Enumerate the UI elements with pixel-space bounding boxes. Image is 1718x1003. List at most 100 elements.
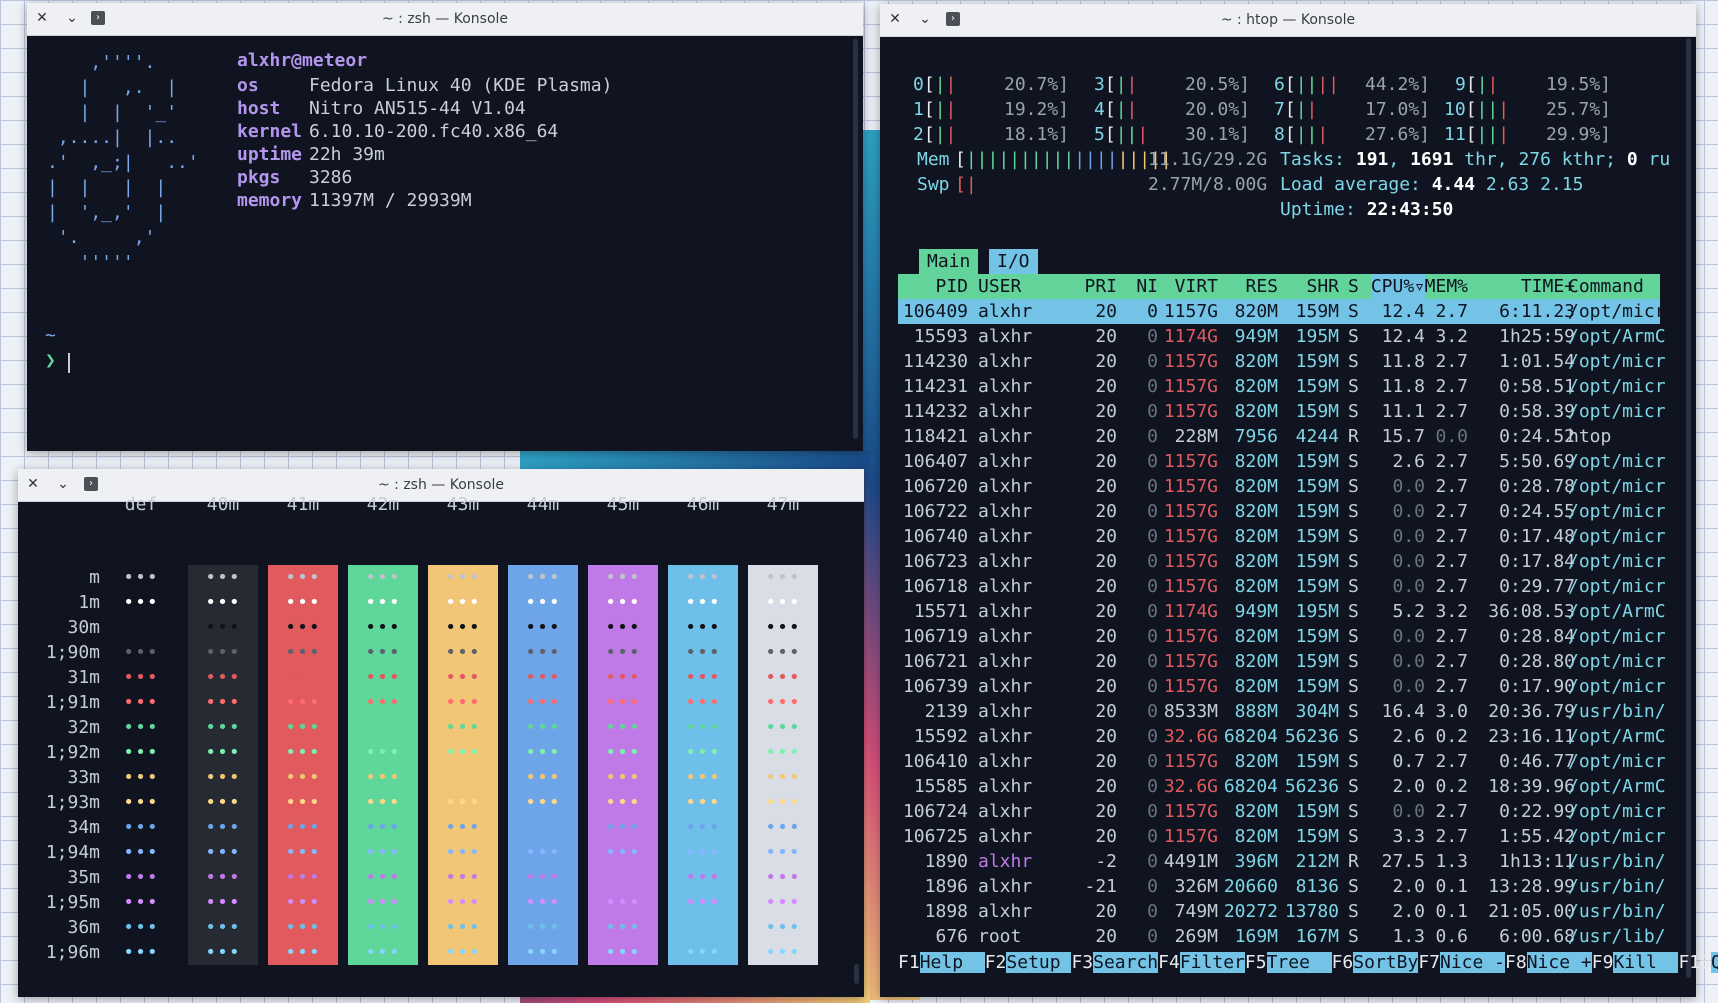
process-row[interactable]: 106722 alxhr 20 0 1157G 820M 159M S 0.0 2.7 0:24.5… xyxy=(898,499,1666,524)
fkey-number[interactable]: F4 xyxy=(1158,952,1180,973)
process-row[interactable]: 106407 alxhr 20 0 1157G 820M 159M S 2.6 2.7 5:50.6… xyxy=(898,449,1666,474)
process-row[interactable]: 15585 alxhr 20 0 32.6G 68204 56236 S 2.0 0.2 18:39… xyxy=(898,774,1666,799)
process-row[interactable]: 15592 alxhr 20 0 32.6G 68204 56236 S 2.6 0.2 23:16… xyxy=(898,724,1666,749)
titlebar[interactable]: ✕ ⌄ › ~ : zsh — Konsole xyxy=(27,3,863,36)
process-row[interactable]: 676 root 20 0 269M 169M 167M S 1.3 0.6 6:00.68/usr… xyxy=(898,924,1665,949)
fkey-number[interactable]: F5 xyxy=(1245,952,1267,973)
tab-main[interactable]: Main xyxy=(919,249,979,274)
color-sample-dots: ••• xyxy=(445,592,481,613)
fkey-number[interactable]: F8 xyxy=(1505,952,1527,973)
process-cell: 396M xyxy=(1234,851,1278,872)
process-cell: 20 xyxy=(1095,801,1117,822)
scrollbar[interactable] xyxy=(853,39,858,439)
process-row[interactable]: 15571 alxhr 20 0 1174G 949M 195M S 5.2 3.2 36:08.5… xyxy=(898,599,1666,624)
color-sample-dots: ••• xyxy=(205,692,241,713)
process-row[interactable]: 106410 alxhr 20 0 1157G 820M 159M S 0.7 2.7 0:46.7… xyxy=(898,749,1666,774)
color-sample-dots: ••• xyxy=(765,867,801,888)
process-row[interactable]: 114231 alxhr 20 0 1157G 820M 159M S 11.8 2.7 0:58.… xyxy=(898,374,1666,399)
fkey-label[interactable]: Tree xyxy=(1266,952,1332,973)
column-header[interactable]: PID xyxy=(935,274,968,299)
load-label: Load average: xyxy=(1280,174,1432,195)
konsole-window-fastfetch[interactable]: ✕ ⌄ › ~ : zsh — Konsole ,''''. | ,. | | … xyxy=(27,3,863,451)
fkey-label[interactable]: SortBy xyxy=(1353,952,1419,973)
color-sample-dots: ••• xyxy=(123,917,159,938)
color-sample-dots: ••• xyxy=(365,817,401,838)
process-row-selected[interactable]: 106409 alxhr 20 0 1157G 820M 159M S 12.4 2.7 6:11.… xyxy=(898,299,1666,324)
process-row[interactable]: 1898 alxhr 20 0 749M 20272 13780 S 2.0 0.1 21:05.0… xyxy=(898,899,1666,924)
fkey-label[interactable]: Setup xyxy=(1006,952,1072,973)
process-cell: /opt/micr xyxy=(1568,801,1666,822)
fkey-number[interactable]: F7 xyxy=(1418,952,1440,973)
fkey-number[interactable]: F6 xyxy=(1332,952,1354,973)
color-sample-dots: ••• xyxy=(365,867,401,888)
fkey-number[interactable]: F9 xyxy=(1592,952,1614,973)
process-row[interactable]: 114230 alxhr 20 0 1157G 820M 159M S 11.8 2.7 1:01.… xyxy=(898,349,1666,374)
column-header[interactable]: SHR xyxy=(1306,274,1339,299)
fkey-number[interactable]: F1 xyxy=(898,952,920,973)
process-row[interactable]: 106720 alxhr 20 0 1157G 820M 159M S 0.0 2.7 0:28.7… xyxy=(898,474,1666,499)
fkey-label[interactable]: Kill xyxy=(1613,952,1679,973)
scrollbar[interactable] xyxy=(854,964,859,984)
process-row[interactable]: 106725 alxhr 20 0 1157G 820M 159M S 3.3 2.7 1:55.4… xyxy=(898,824,1666,849)
process-cell: alxhr xyxy=(978,401,1033,422)
process-cell: 106718 xyxy=(902,576,968,597)
process-cell: S xyxy=(1348,551,1359,572)
fkey-label[interactable]: Nice - xyxy=(1440,952,1506,973)
scrollbar[interactable] xyxy=(1686,38,1691,978)
cpu-percent: 19.2%] xyxy=(1004,99,1070,120)
tasks-label: Tasks: xyxy=(1280,149,1356,170)
process-cell: 118421 xyxy=(902,426,968,447)
process-row[interactable]: 2139 alxhr 20 0 8533M 888M 304M S 16.4 3.0 20:36.7… xyxy=(898,699,1666,724)
fkey-label[interactable]: Nice + xyxy=(1526,952,1592,973)
process-cell: /opt/micr xyxy=(1568,301,1666,322)
fkey-label[interactable]: Q xyxy=(1710,952,1718,973)
color-row-label: 34m xyxy=(67,817,100,838)
column-header[interactable]: MEM% xyxy=(1425,274,1468,299)
column-header[interactable]: VIRT xyxy=(1175,274,1218,299)
process-row[interactable]: 1890 alxhr -2 0 4491M 396M 212M R 27.5 1.3 1h13:11… xyxy=(898,849,1666,874)
color-sample-dots: ••• xyxy=(285,717,321,738)
column-header[interactable]: PRI xyxy=(1084,274,1117,299)
fkey-label[interactable]: Help xyxy=(919,952,985,973)
column-header[interactable]: S xyxy=(1348,274,1359,299)
color-sample-dots: ••• xyxy=(525,892,561,913)
process-row[interactable]: 106723 alxhr 20 0 1157G 820M 159M S 0.0 2.7 0:17.8… xyxy=(898,549,1666,574)
process-cell: S xyxy=(1348,351,1359,372)
process-row[interactable]: 118421 alxhr 20 0 228M 7956 4244 R 15.7 0.0 0:24.5… xyxy=(898,424,1660,449)
column-header[interactable]: USER xyxy=(978,274,1021,299)
column-header[interactable]: TIME+ xyxy=(1521,274,1575,299)
process-row[interactable]: 106739 alxhr 20 0 1157G 820M 159M S 0.0 2.7 0:17.9… xyxy=(898,674,1666,699)
titlebar[interactable]: ✕ ⌄ › ~ : htop — Konsole xyxy=(880,4,1696,37)
fkey-number[interactable]: F3 xyxy=(1071,952,1093,973)
column-header[interactable]: Command xyxy=(1568,274,1644,299)
cpu-percent: 17.0%] xyxy=(1365,99,1431,120)
process-cell: 0.0 xyxy=(1392,476,1425,497)
color-sample-dots: ••• xyxy=(685,667,721,688)
process-row[interactable]: 106718 alxhr 20 0 1157G 820M 159M S 0.0 2.7 0:29.7… xyxy=(898,574,1666,599)
column-header[interactable]: CPU%▿ xyxy=(1370,274,1425,299)
process-cell: 949M xyxy=(1234,326,1278,347)
fkey-label[interactable]: Filter xyxy=(1179,952,1245,973)
fkey-number[interactable]: F10 xyxy=(1678,952,1711,973)
process-row[interactable]: 114232 alxhr 20 0 1157G 820M 159M S 11.1 2.7 0:58.… xyxy=(898,399,1666,424)
process-row[interactable]: 106740 alxhr 20 0 1157G 820M 159M S 0.0 2.7 0:17.4… xyxy=(898,524,1666,549)
process-row[interactable]: 106724 alxhr 20 0 1157G 820M 159M S 0.0 2.7 0:22.9… xyxy=(898,799,1666,824)
process-cell: 18:39.96 xyxy=(1488,776,1575,797)
fkey-number[interactable]: F2 xyxy=(985,952,1007,973)
process-cell: /opt/micr xyxy=(1568,751,1666,772)
fkey-label[interactable]: Search xyxy=(1093,952,1159,973)
process-cell: S xyxy=(1348,876,1359,897)
process-row[interactable]: 106719 alxhr 20 0 1157G 820M 159M S 0.0 2.7 0:28.8… xyxy=(898,624,1666,649)
color-row-label: 1;96m xyxy=(45,942,100,963)
tab-io[interactable]: I/O xyxy=(989,249,1038,274)
process-cell: S xyxy=(1348,676,1359,697)
process-row[interactable]: 15593 alxhr 20 0 1174G 949M 195M S 12.4 3.2 1h25:5… xyxy=(898,324,1666,349)
process-cell: 0:28.84 xyxy=(1499,626,1575,647)
color-sample-dots: ••• xyxy=(205,792,241,813)
column-header[interactable]: NI xyxy=(1136,274,1158,299)
column-header[interactable]: RES xyxy=(1245,274,1278,299)
process-row[interactable]: 1896 alxhr -21 0 326M 20660 8136 S 2.0 0.1 13:28.9… xyxy=(898,874,1666,899)
process-cell: 0 xyxy=(1147,551,1158,572)
process-cell: 3.0 xyxy=(1435,701,1468,722)
process-row[interactable]: 106721 alxhr 20 0 1157G 820M 159M S 0.0 2.7 0:28.8… xyxy=(898,649,1666,674)
